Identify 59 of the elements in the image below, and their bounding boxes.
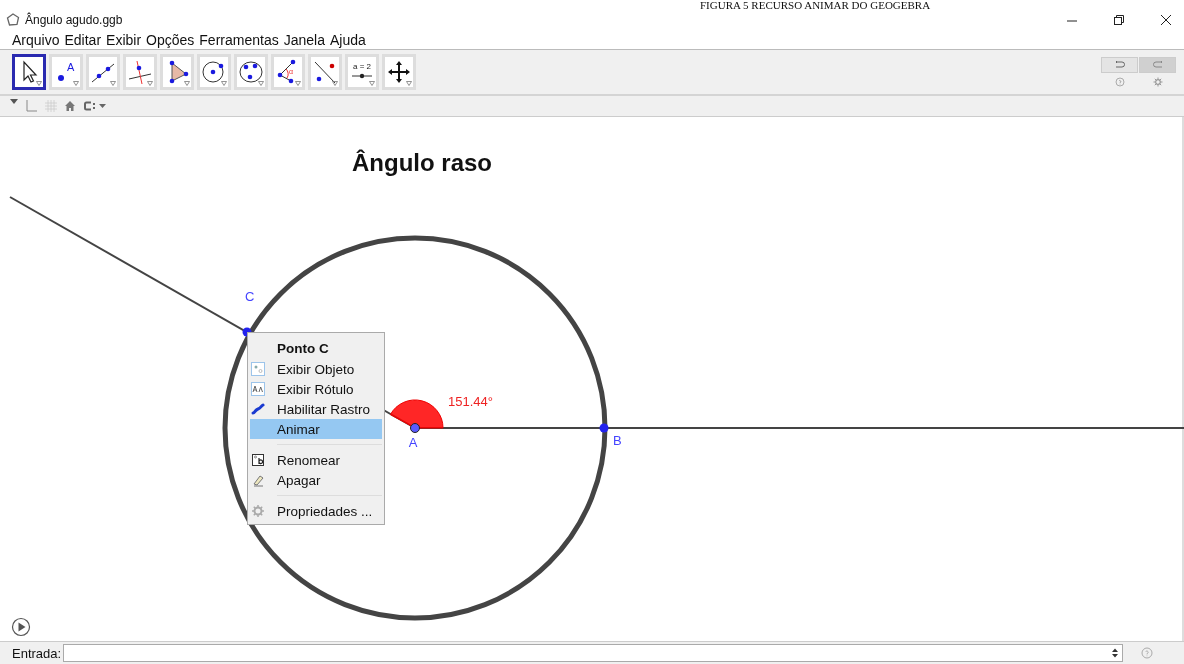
point-label: B: [613, 433, 622, 449]
caret-icon: [258, 81, 264, 87]
caret-icon: [369, 81, 375, 87]
redo-icon: [1151, 60, 1164, 71]
menu-item[interactable]: Exibir Rótulo: [250, 379, 382, 400]
menu-item[interactable]: Editar: [64, 31, 102, 48]
menu-header: Ponto C: [276, 340, 330, 359]
figure-caption: FIGURA 5 RECURSO ANIMAR DO GEOGEBRA: [699, 0, 932, 11]
circle-icon: [201, 59, 227, 86]
caret-icon[interactable]: [10, 98, 18, 105]
line-point-icon: [312, 59, 338, 86]
home-icon[interactable]: [64, 100, 76, 112]
caret-icon: [184, 81, 190, 87]
tool-button[interactable]: [12, 54, 46, 91]
input-label: Entrada:: [12, 645, 62, 661]
caret-icon: [332, 81, 338, 87]
point-capture-icon[interactable]: [82, 100, 108, 112]
rename-icon: [251, 453, 265, 468]
caret-icon: [36, 81, 42, 87]
caret-icon: [110, 81, 116, 87]
point-marker[interactable]: [599, 423, 609, 433]
show-object-icon: [251, 362, 265, 377]
menu-item[interactable]: Exibir: [106, 31, 142, 48]
angle-label: 151.44°: [448, 394, 493, 410]
caret-icon: [73, 81, 79, 87]
menu-item[interactable]: Opções: [146, 31, 195, 48]
spinner-icon[interactable]: [1112, 648, 1119, 659]
caret-icon: [406, 81, 412, 87]
menu-item[interactable]: Ferramentas: [199, 31, 279, 48]
app-icon: [6, 13, 20, 28]
circle-points-icon: [238, 59, 264, 86]
menu-item[interactable]: Animar: [250, 419, 382, 440]
window-title: Ângulo agudo.ggb: [25, 13, 123, 28]
point-label: C: [245, 289, 255, 305]
menu-item[interactable]: Janela: [283, 31, 325, 48]
menu-item[interactable]: Ajuda: [329, 31, 366, 48]
caret-icon: [147, 81, 153, 87]
point-label: A: [408, 435, 418, 451]
angle-sector: [389, 399, 444, 429]
menu-item[interactable]: Propriedades ...: [250, 501, 382, 522]
restore-button[interactable]: [1113, 14, 1125, 27]
eraser-icon: [251, 473, 265, 488]
menu-item[interactable]: Apagar: [250, 470, 382, 491]
caret-icon: [295, 81, 301, 87]
construction-title: Ângulo raso: [352, 149, 492, 177]
menu-item[interactable]: Arquivo: [12, 31, 60, 48]
play-button[interactable]: [11, 618, 31, 637]
undo-icon: [1113, 60, 1126, 71]
show-label-icon: [251, 382, 265, 397]
perpendicular-line-icon: [127, 59, 153, 86]
gear-icon: [251, 504, 265, 519]
menu-item[interactable]: Habilitar Rastro: [250, 399, 382, 420]
input-field[interactable]: [63, 644, 1124, 663]
point-marker[interactable]: [410, 423, 420, 434]
menu-item[interactable]: Renomear: [250, 450, 382, 471]
caret-icon: [221, 81, 227, 87]
close-button[interactable]: [1160, 14, 1172, 27]
menu-item[interactable]: Exibir Objeto: [250, 359, 382, 380]
trace-icon: [251, 402, 265, 417]
